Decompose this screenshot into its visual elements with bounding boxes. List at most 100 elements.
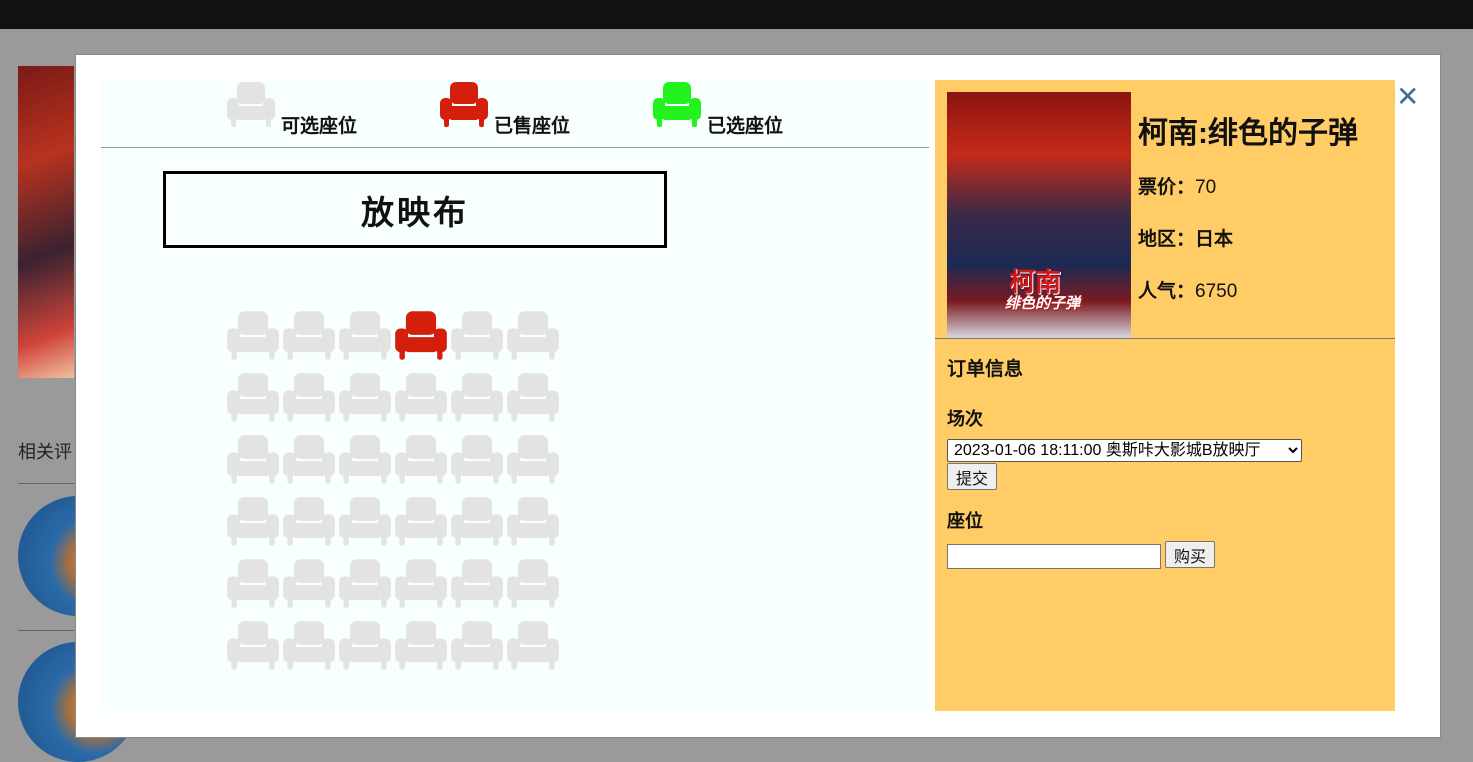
background-divider [18, 630, 74, 631]
close-icon[interactable]: ✕ [1396, 83, 1419, 111]
available-seat[interactable] [281, 308, 337, 370]
available-seat[interactable] [281, 494, 337, 556]
seat-icon [339, 559, 391, 608]
seat-icon [451, 559, 503, 608]
seat-icon [395, 373, 447, 422]
seat-icon [395, 435, 447, 484]
available-seat[interactable] [393, 494, 449, 556]
seat-icon [339, 621, 391, 670]
legend-sold-label: 已售座位 [494, 116, 571, 137]
available-seat[interactable] [449, 556, 505, 618]
seat-icon [507, 497, 559, 546]
seat-icon [283, 497, 335, 546]
available-seat[interactable] [505, 308, 561, 370]
session-select[interactable]: 2023-01-06 18:11:00 奥斯咔大影城B放映厅 [947, 439, 1302, 462]
available-seat[interactable] [281, 618, 337, 680]
seat-legend: 可选座位 已售座位 已选座位 [101, 80, 929, 148]
submit-button[interactable]: 提交 [947, 463, 998, 490]
available-seat[interactable] [449, 432, 505, 494]
available-seat[interactable] [337, 494, 393, 556]
available-seat[interactable] [281, 432, 337, 494]
movie-title: 柯南:绯色的子弹 [1138, 117, 1358, 150]
seat-selection-panel: 可选座位 已售座位 已选座位 放映布 [101, 80, 929, 711]
available-seat[interactable] [449, 618, 505, 680]
background-divider [18, 483, 74, 484]
region-label: 地区： [1138, 229, 1196, 250]
seat-icon [451, 621, 503, 670]
available-seat[interactable] [225, 370, 281, 432]
available-seat[interactable] [393, 618, 449, 680]
info-divider [935, 338, 1395, 339]
seat-icon [507, 373, 559, 422]
available-seat[interactable] [337, 556, 393, 618]
available-seat[interactable] [337, 308, 393, 370]
session-label: 场次 [947, 409, 983, 429]
available-seat[interactable] [449, 494, 505, 556]
seat-icon [507, 435, 559, 484]
popularity-label: 人气： [1138, 281, 1196, 302]
seat-icon [227, 435, 279, 484]
seat-icon [227, 311, 279, 360]
seat-icon [283, 373, 335, 422]
selected-seat-icon [653, 82, 701, 127]
available-seat[interactable] [225, 494, 281, 556]
seat-grid [225, 308, 561, 680]
seat-icon [395, 559, 447, 608]
available-seat[interactable] [505, 556, 561, 618]
seat-input[interactable] [947, 544, 1161, 569]
available-seat[interactable] [225, 308, 281, 370]
seat-icon [507, 621, 559, 670]
seat-icon [395, 497, 447, 546]
price-label: 票价： [1138, 177, 1196, 198]
available-seat[interactable] [393, 556, 449, 618]
available-seat[interactable] [225, 432, 281, 494]
available-seat[interactable] [225, 556, 281, 618]
seat-icon [451, 373, 503, 422]
available-seat[interactable] [393, 432, 449, 494]
popularity-value: 6750 [1195, 281, 1238, 302]
seat-icon [451, 435, 503, 484]
seat-icon [451, 311, 503, 360]
available-seat[interactable] [505, 494, 561, 556]
seat-icon [339, 311, 391, 360]
available-seat[interactable] [281, 370, 337, 432]
available-seat[interactable] [337, 370, 393, 432]
seat-icon [283, 311, 335, 360]
seat-icon [227, 559, 279, 608]
seat-icon [283, 559, 335, 608]
seat-icon [507, 311, 559, 360]
region-row: 地区：日本 [1138, 224, 1233, 251]
available-seat[interactable] [505, 432, 561, 494]
region-value: 日本 [1195, 229, 1234, 250]
available-seat[interactable] [281, 556, 337, 618]
available-seat[interactable] [449, 370, 505, 432]
price-value: 70 [1195, 177, 1217, 198]
available-seat[interactable] [449, 308, 505, 370]
movie-info-panel: 柯南 绯色的子弹 柯南:绯色的子弹 票价：70 地区：日本 人气：6750 订单… [935, 80, 1395, 711]
available-seat[interactable] [505, 618, 561, 680]
available-seat[interactable] [337, 432, 393, 494]
movie-poster: 柯南 绯色的子弹 [947, 92, 1131, 338]
buy-button[interactable]: 购买 [1165, 541, 1216, 568]
legend-available-label: 可选座位 [281, 116, 358, 137]
popularity-row: 人气：6750 [1138, 276, 1237, 303]
order-heading: 订单信息 [947, 359, 1024, 380]
seat-icon [283, 621, 335, 670]
sold-seat-icon [440, 82, 488, 127]
available-seat[interactable] [337, 618, 393, 680]
seat-icon [507, 559, 559, 608]
seat-icon [451, 497, 503, 546]
available-seat[interactable] [393, 370, 449, 432]
seat-icon [227, 373, 279, 422]
background-movie-poster [18, 66, 74, 378]
legend-selected-label: 已选座位 [707, 116, 784, 137]
available-seat-icon [227, 82, 275, 127]
sold-seat [393, 308, 449, 370]
available-seat[interactable] [225, 618, 281, 680]
seat-icon [395, 311, 447, 360]
ticket-modal: ✕ 可选座位 已售座位 已选座位 放映布 柯南 绯色的子弹 柯南:绯色的子弹 票… [75, 54, 1441, 738]
seat-icon [227, 621, 279, 670]
seat-label: 座位 [947, 511, 983, 531]
available-seat[interactable] [505, 370, 561, 432]
seat-icon [227, 497, 279, 546]
